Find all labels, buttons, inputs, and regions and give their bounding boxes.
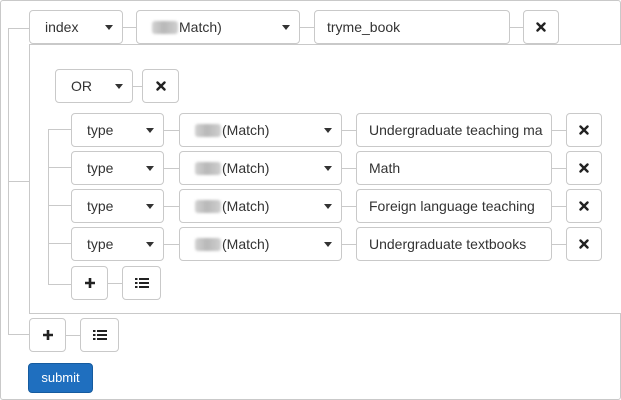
- caret-down-icon: [146, 204, 154, 209]
- condition-value-text: Math: [369, 160, 401, 176]
- condition-value-text: Foreign language teaching: [369, 198, 535, 214]
- caret-down-icon: [105, 25, 113, 30]
- redacted-text: [195, 200, 221, 213]
- redacted-text: [195, 238, 221, 251]
- remove-condition-button[interactable]: [566, 151, 602, 185]
- condition-value-text: Undergraduate teaching ma: [369, 122, 543, 138]
- root-value-input[interactable]: tryme_book: [314, 10, 510, 44]
- root-operator-select[interactable]: Match): [136, 10, 300, 44]
- condition-field-value: type: [87, 198, 114, 214]
- row-connector: [342, 206, 356, 207]
- condition-field-value: type: [87, 236, 114, 252]
- plus-icon: [42, 330, 53, 340]
- condition-field-select[interactable]: type: [71, 227, 164, 261]
- times-icon: [579, 125, 589, 135]
- remove-condition-button[interactable]: [566, 189, 602, 223]
- group-logic-select[interactable]: OR: [55, 69, 133, 103]
- condition-value-input[interactable]: Undergraduate teaching ma: [356, 113, 552, 147]
- query-builder: index Match) tryme_book OR type (Match) …: [0, 0, 621, 400]
- root-field-value: index: [45, 19, 79, 35]
- condition-operator-value: (Match): [222, 198, 270, 214]
- row-connector: [342, 168, 356, 169]
- tree-connector: [8, 28, 30, 29]
- tree-connector: [48, 167, 71, 168]
- remove-condition-button[interactable]: [566, 113, 602, 147]
- add-group-button[interactable]: [80, 318, 119, 352]
- tree-connector: [8, 334, 30, 335]
- remove-group-button[interactable]: [142, 69, 179, 103]
- row-connector: [164, 130, 179, 131]
- row-connector: [300, 27, 314, 28]
- condition-operator-select[interactable]: (Match): [179, 189, 342, 223]
- row-connector: [164, 168, 179, 169]
- caret-down-icon: [324, 128, 332, 133]
- root-operator-value: Match): [179, 19, 222, 35]
- times-icon: [579, 201, 589, 211]
- row-connector: [66, 335, 80, 336]
- group-logic-value: OR: [71, 78, 92, 94]
- remove-condition-button[interactable]: [566, 227, 602, 261]
- add-condition-button[interactable]: [29, 318, 66, 352]
- row-connector: [164, 244, 179, 245]
- condition-value-input[interactable]: Undergraduate textbooks: [356, 227, 552, 261]
- condition-operator-value: (Match): [222, 160, 270, 176]
- list-icon: [92, 330, 107, 340]
- submit-button[interactable]: submit: [28, 363, 93, 393]
- row-connector: [552, 244, 566, 245]
- times-icon: [579, 163, 589, 173]
- times-icon: [536, 22, 546, 32]
- condition-field-value: type: [87, 122, 114, 138]
- condition-value-input[interactable]: Math: [356, 151, 552, 185]
- tree-connector: [48, 129, 49, 284]
- root-value-text: tryme_book: [327, 19, 401, 35]
- row-connector: [552, 130, 566, 131]
- row-connector: [342, 244, 356, 245]
- redacted-text: [195, 162, 221, 175]
- add-group-button[interactable]: [122, 266, 161, 300]
- redacted-text: [195, 124, 221, 137]
- condition-operator-select[interactable]: (Match): [179, 113, 342, 147]
- root-field-select[interactable]: index: [29, 10, 123, 44]
- caret-down-icon: [324, 204, 332, 209]
- caret-down-icon: [146, 242, 154, 247]
- row-connector: [123, 27, 136, 28]
- condition-field-select[interactable]: type: [71, 189, 164, 223]
- row-connector: [552, 168, 566, 169]
- tree-connector: [8, 181, 30, 182]
- condition-operator-value: (Match): [222, 236, 270, 252]
- add-condition-button[interactable]: [71, 266, 108, 300]
- condition-operator-select[interactable]: (Match): [179, 227, 342, 261]
- condition-value-input[interactable]: Foreign language teaching: [356, 189, 552, 223]
- condition-group: OR type (Match) Undergraduate teaching m…: [29, 44, 621, 314]
- times-icon: [155, 81, 166, 91]
- caret-down-icon: [324, 166, 332, 171]
- times-icon: [579, 239, 589, 249]
- caret-down-icon: [324, 242, 332, 247]
- list-icon: [134, 278, 149, 288]
- caret-down-icon: [115, 84, 123, 89]
- condition-value-text: Undergraduate textbooks: [369, 236, 527, 252]
- tree-connector: [48, 284, 71, 285]
- caret-down-icon: [282, 25, 290, 30]
- redacted-text: [152, 21, 178, 34]
- tree-connector: [48, 243, 71, 244]
- remove-root-condition-button[interactable]: [523, 10, 559, 44]
- caret-down-icon: [146, 166, 154, 171]
- row-connector: [552, 206, 566, 207]
- condition-field-select[interactable]: type: [71, 113, 164, 147]
- row-connector: [342, 130, 356, 131]
- condition-field-select[interactable]: type: [71, 151, 164, 185]
- condition-field-value: type: [87, 160, 114, 176]
- row-connector: [108, 283, 122, 284]
- condition-operator-value: (Match): [222, 122, 270, 138]
- caret-down-icon: [146, 128, 154, 133]
- row-connector: [164, 206, 179, 207]
- row-connector: [133, 86, 142, 87]
- condition-operator-select[interactable]: (Match): [179, 151, 342, 185]
- plus-icon: [84, 278, 95, 288]
- tree-connector: [48, 129, 71, 130]
- row-connector: [510, 27, 523, 28]
- tree-connector: [48, 205, 71, 206]
